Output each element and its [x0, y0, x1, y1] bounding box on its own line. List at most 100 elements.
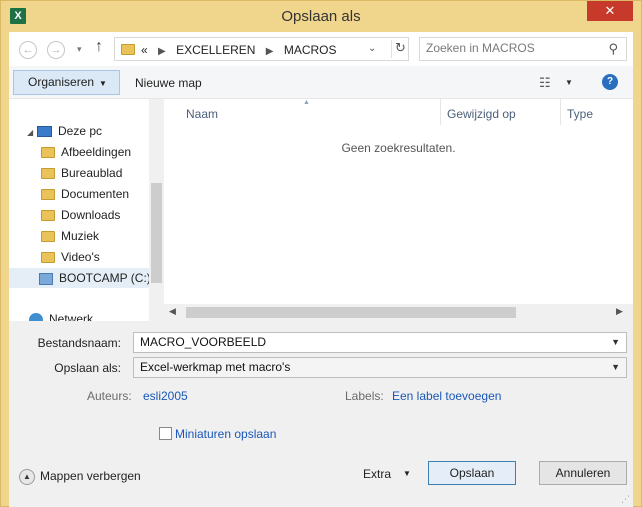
nav-item-label: Netwerk — [49, 312, 94, 321]
nav-item-network[interactable]: Netwerk — [9, 309, 149, 321]
address-bar[interactable]: « ▶ EXCELLEREN ▶ MACROS ⌄ ↻ — [114, 37, 409, 61]
arrow-right-icon: → — [50, 44, 62, 56]
hide-folders-button[interactable]: ▲ Mappen verbergen — [19, 469, 141, 485]
network-icon — [29, 312, 43, 321]
address-row: ← → ▾ ↑ « ▶ EXCELLEREN ▶ MACROS ⌄ ↻ ⚲ — [9, 32, 633, 66]
tools-button[interactable]: Extra — [363, 467, 391, 481]
nav-item-label: Deze pc — [58, 124, 103, 138]
music-folder-icon — [41, 231, 55, 243]
chevron-down-icon[interactable]: ▼ — [611, 333, 620, 352]
arrow-up-icon: ↑ — [95, 38, 103, 55]
organize-label: Organiseren — [28, 75, 95, 89]
folder-icon — [41, 168, 55, 180]
add-label-link[interactable]: Een label toevoegen — [392, 389, 501, 403]
help-icon: ? — [606, 76, 614, 87]
nav-item-this-pc[interactable]: ◢ Deze pc — [9, 121, 149, 141]
chevron-down-icon: ▾ — [77, 44, 82, 54]
nav-item-desktop[interactable]: Bureaublad — [9, 163, 149, 183]
nav-item-label: Afbeeldingen — [61, 145, 132, 159]
breadcrumb: « ▶ EXCELLEREN ▶ MACROS — [141, 43, 337, 57]
chevron-down-icon: ⌄ — [368, 43, 377, 54]
empty-message: Geen zoekresultaten. — [341, 141, 456, 155]
view-options-button[interactable]: ☷ — [539, 75, 551, 91]
chevron-down-icon[interactable]: ▼ — [403, 469, 411, 478]
save-thumbnails-label[interactable]: Miniaturen opslaan — [175, 427, 276, 441]
downloads-folder-icon — [41, 210, 55, 222]
recent-locations-button[interactable]: ▾ — [77, 44, 82, 55]
forward-button[interactable]: → — [47, 41, 65, 59]
chevron-up-icon: ▲ — [19, 469, 35, 485]
nav-item-downloads[interactable]: Downloads — [9, 205, 149, 225]
up-button[interactable]: ↑ — [95, 38, 103, 56]
scrollbar-thumb[interactable] — [186, 307, 516, 318]
close-button[interactable]: ✕ — [587, 1, 633, 21]
filename-label: Bestandsnaam: — [37, 336, 121, 350]
hide-folders-label: Mappen verbergen — [40, 469, 141, 484]
chevron-down-icon: ▼ — [611, 362, 620, 372]
breadcrumb-excelleren[interactable]: EXCELLEREN — [176, 43, 255, 57]
scrollbar-thumb[interactable] — [151, 183, 162, 283]
nav-item-videos[interactable]: Video's — [9, 247, 149, 267]
save-type-label: Opslaan als: — [54, 361, 121, 375]
nav-item-music[interactable]: Muziek — [9, 226, 149, 246]
scroll-left-icon[interactable]: ◀ — [169, 306, 176, 317]
labels-label: Labels: — [345, 389, 384, 403]
computer-icon — [37, 126, 52, 138]
view-dropdown-button[interactable]: ▼ — [565, 78, 573, 87]
save-as-dialog: X Opslaan als ✕ ← → ▾ ↑ « ▶ EXCELLEREN ▶… — [0, 0, 642, 507]
back-button[interactable]: ← — [19, 41, 37, 59]
horizontal-scrollbar[interactable]: ◀ ▶ — [164, 304, 633, 321]
breadcrumb-overflow[interactable]: « — [141, 43, 148, 57]
title-bar: X Opslaan als ✕ — [1, 1, 641, 32]
expand-arrow-icon[interactable]: ◢ — [27, 123, 37, 143]
search-box[interactable]: ⚲ — [419, 37, 627, 61]
drive-icon — [39, 272, 53, 285]
search-icon: ⚲ — [608, 41, 618, 56]
file-list[interactable]: ▲ Naam Gewijzigd op Type Geen zoekresult… — [164, 99, 633, 321]
authors-label: Auteurs: — [87, 389, 132, 403]
nav-item-documents[interactable]: Documenten — [9, 184, 149, 204]
nav-item-label: Documenten — [61, 187, 130, 201]
filename-field[interactable]: MACRO_VOORBEELD ▼ — [133, 332, 627, 353]
help-button[interactable]: ? — [602, 74, 618, 90]
save-button[interactable]: Opslaan — [428, 461, 516, 485]
breadcrumb-macros[interactable]: MACROS — [284, 43, 337, 57]
chevron-right-icon: ▶ — [265, 46, 274, 57]
nav-item-pictures[interactable]: Afbeeldingen — [9, 142, 149, 162]
arrow-left-icon: ← — [22, 44, 34, 56]
sort-ascending-icon: ▲ — [303, 99, 310, 106]
folder-icon — [41, 147, 55, 159]
filename-value: MACRO_VOORBEELD — [140, 335, 267, 349]
navigation-pane[interactable]: ◢ Deze pc Afbeeldingen Bureaublad Documen… — [9, 99, 164, 321]
chevron-down-icon: ▼ — [99, 79, 107, 88]
nav-item-bootcamp-drive[interactable]: BOOTCAMP (C:) — [9, 268, 151, 288]
chevron-right-icon: ▶ — [158, 46, 166, 57]
column-header-name[interactable]: Naam — [186, 107, 218, 121]
authors-value[interactable]: esli2005 — [143, 389, 188, 403]
resize-grip-icon[interactable]: ⋰ — [621, 494, 630, 505]
column-divider[interactable] — [560, 99, 561, 125]
save-type-select[interactable]: Excel-werkmap met macro's ▼ — [133, 357, 627, 378]
details-view-icon: ☷ — [539, 75, 551, 90]
command-bar: Organiseren ▼ Nieuwe map ☷ ▼ ? — [9, 66, 633, 99]
column-divider[interactable] — [440, 99, 441, 125]
navigation-scrollbar[interactable] — [149, 99, 164, 321]
chevron-down-icon: ▼ — [565, 78, 573, 87]
refresh-icon: ↻ — [395, 40, 406, 55]
nav-item-label: BOOTCAMP (C:) — [59, 271, 151, 285]
search-input[interactable] — [426, 41, 596, 55]
organize-button[interactable]: Organiseren ▼ — [13, 70, 120, 95]
nav-item-label: Bureaublad — [61, 166, 123, 180]
scroll-right-icon[interactable]: ▶ — [616, 306, 623, 317]
save-form: Bestandsnaam: MACRO_VOORBEELD ▼ Opslaan … — [9, 321, 633, 507]
column-header-modified[interactable]: Gewijzigd op — [447, 107, 516, 121]
nav-item-label: Muziek — [61, 229, 100, 243]
save-thumbnails-checkbox[interactable] — [159, 427, 172, 440]
cancel-button[interactable]: Annuleren — [539, 461, 627, 485]
window-title: Opslaan als — [281, 8, 361, 25]
refresh-button[interactable]: ↻ — [391, 40, 409, 58]
new-folder-button[interactable]: Nieuwe map — [135, 76, 202, 90]
column-header-type[interactable]: Type — [567, 107, 593, 121]
address-dropdown-button[interactable]: ⌄ — [368, 43, 376, 54]
browser-area: ◢ Deze pc Afbeeldingen Bureaublad Documen… — [9, 99, 633, 321]
